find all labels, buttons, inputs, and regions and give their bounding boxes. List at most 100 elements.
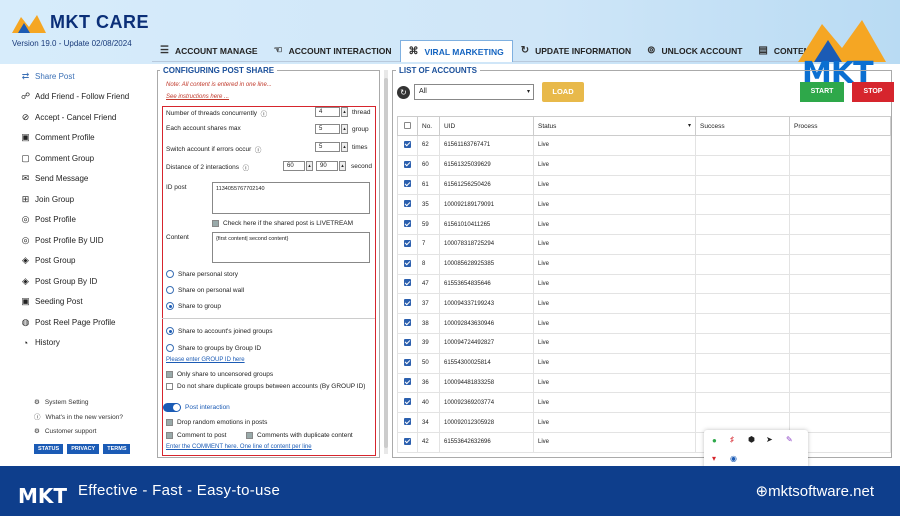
enter-comment-link[interactable]: Enter the COMMENT here. One line of cont…	[166, 444, 312, 450]
sidebar-item-add-friend[interactable]: ☍ Add Friend - Follow Friend	[0, 87, 152, 108]
table-row[interactable]: 60 61561325039629 Live	[397, 154, 891, 176]
comments-duplicate-checkbox[interactable]: Comments with duplicate content	[246, 432, 353, 439]
row-checkbox[interactable]	[397, 135, 418, 156]
col-process[interactable]: Process	[789, 116, 891, 136]
tab-account-interaction[interactable]: ☜ ACCOUNT INTERACTION	[265, 40, 400, 62]
sidebar-item-post-group[interactable]: ◈ Post Group	[0, 251, 152, 272]
sidebar-item-post-reel[interactable]: ◍ Post Reel Page Profile	[0, 312, 152, 333]
tray-app-icon[interactable]: ♯	[730, 435, 734, 444]
table-row[interactable]: 59 61561010411265 Live	[397, 214, 891, 235]
tray-app-icon[interactable]: ✎	[786, 435, 793, 444]
load-button[interactable]: LOAD	[542, 82, 584, 102]
stop-button[interactable]: STOP	[852, 82, 894, 102]
refresh-icon[interactable]: ↻	[397, 86, 410, 99]
privacy-badge[interactable]: PRIVACY	[67, 444, 100, 454]
enter-group-id-link[interactable]: Please enter GROUP ID here	[166, 357, 245, 363]
switch-spinner[interactable]: ▴	[341, 142, 348, 152]
drop-emotions-checkbox[interactable]: Drop random emotions in posts	[166, 419, 267, 426]
sidebar-item-post-group-id[interactable]: ◈ Post Group By ID	[0, 271, 152, 292]
whats-new-link[interactable]: ⓘ What's in the new version?	[34, 411, 123, 426]
table-row[interactable]: 40 100092369203774 Live	[397, 392, 891, 414]
sidebar-item-history[interactable]: ◔ History	[0, 333, 152, 354]
row-checkbox[interactable]	[397, 313, 418, 334]
distance-min-spinner[interactable]: ▴	[306, 161, 313, 171]
table-row[interactable]: 47 61553654835646 Live	[397, 273, 891, 295]
tab-unlock-account[interactable]: ⊚ UNLOCK ACCOUNT	[639, 40, 751, 62]
share-by-id-radio[interactable]: Share to groups by Group ID	[166, 344, 261, 352]
terms-badge[interactable]: TERMS	[103, 444, 131, 454]
sidebar-item-share-post[interactable]: ⇄ Share Post	[0, 66, 152, 87]
sidebar-item-seeding-post[interactable]: ▣ Seeding Post	[0, 292, 152, 313]
sidebar-item-post-profile-uid[interactable]: ◎ Post Profile By UID	[0, 230, 152, 251]
select-all-checkbox[interactable]	[397, 116, 418, 136]
livestream-checkbox[interactable]: Check here if the shared post is LIVETRE…	[212, 220, 353, 227]
row-checkbox[interactable]	[397, 372, 418, 394]
table-row[interactable]: 35 100092189179091 Live	[397, 194, 891, 216]
chevron-down-icon[interactable]: ▾	[688, 122, 691, 129]
table-row[interactable]: 38 100092843630946 Live	[397, 313, 891, 334]
sidebar-item-comment-profile[interactable]: ▣ Comment Profile	[0, 128, 152, 149]
col-uid[interactable]: UID	[439, 116, 534, 136]
row-checkbox[interactable]	[397, 174, 418, 196]
row-checkbox[interactable]	[397, 194, 418, 216]
table-row[interactable]: 7 100078318725294 Live	[397, 233, 891, 255]
threads-spinner[interactable]: ▴	[341, 107, 348, 117]
tray-app-icon[interactable]: ●	[712, 436, 717, 445]
customer-support-link[interactable]: ⚙ Customer support	[34, 425, 123, 440]
row-checkbox[interactable]	[397, 273, 418, 295]
table-row[interactable]: 42 61553642632696 Live	[397, 431, 891, 453]
table-row[interactable]: 37 100094337199243 Live	[397, 293, 891, 315]
only-uncensored-checkbox[interactable]: Only share to uncensored groups	[166, 371, 273, 378]
sidebar-item-send-message[interactable]: ✉ Send Message	[0, 169, 152, 190]
share-joined-radio[interactable]: Share to account's joined groups	[166, 327, 272, 335]
status-badge[interactable]: STATUS	[34, 444, 64, 454]
website-link[interactable]: ⊕mktsoftware.net	[756, 482, 874, 500]
row-checkbox[interactable]	[397, 233, 418, 255]
row-checkbox[interactable]	[397, 412, 418, 433]
tray-app-icon[interactable]: ▾	[712, 454, 716, 463]
col-status[interactable]: Status ▾	[533, 116, 696, 136]
share-to-group-radio[interactable]: Share to group	[166, 302, 221, 310]
start-button[interactable]: START	[800, 82, 844, 102]
system-setting-link[interactable]: ⚙ System Setting	[34, 396, 123, 411]
config-scrollbar[interactable]	[384, 70, 388, 454]
tray-app-icon[interactable]: ⬢	[748, 435, 755, 444]
row-checkbox[interactable]	[397, 352, 418, 374]
col-no[interactable]: No.	[417, 116, 440, 136]
switch-input[interactable]: 5	[315, 142, 340, 152]
filter-select[interactable]: All ▾	[414, 84, 534, 100]
table-row[interactable]: 61 61561256250426 Live	[397, 174, 891, 196]
tab-update-information[interactable]: ↻ UPDATE INFORMATION	[512, 40, 640, 62]
sidebar-item-post-profile[interactable]: ◎ Post Profile	[0, 210, 152, 231]
table-row[interactable]: 62 61561163767471 Live	[397, 135, 891, 156]
shares-spinner[interactable]: ▴	[341, 124, 348, 134]
table-row[interactable]: 50 61554300025814 Live	[397, 352, 891, 374]
table-row[interactable]: 36 100094481833258 Live	[397, 372, 891, 394]
tray-app-icon[interactable]: ➤	[766, 435, 773, 444]
distance-max-spinner[interactable]: ▴	[339, 161, 346, 171]
row-checkbox[interactable]	[397, 154, 418, 176]
row-checkbox[interactable]	[397, 332, 418, 354]
table-row[interactable]: 39 100094724492827 Live	[397, 332, 891, 354]
distance-max-input[interactable]: 90	[316, 161, 338, 171]
col-success[interactable]: Success	[695, 116, 790, 136]
threads-input[interactable]: 4	[315, 107, 340, 117]
share-personal-story-radio[interactable]: Share personal story	[166, 270, 238, 278]
shares-input[interactable]: 5	[315, 124, 340, 134]
share-personal-wall-radio[interactable]: Share on personal wall	[166, 286, 244, 294]
distance-min-input[interactable]: 60	[283, 161, 305, 171]
sidebar-item-join-group[interactable]: ⊞ Join Group	[0, 189, 152, 210]
content-textarea[interactable]: {first content| second content}	[212, 232, 370, 263]
tray-app-icon[interactable]: ◉	[730, 454, 737, 463]
sidebar-item-comment-group[interactable]: ▢ Comment Group	[0, 148, 152, 169]
no-duplicate-checkbox[interactable]: Do not share duplicate groups between ac…	[166, 383, 365, 390]
row-checkbox[interactable]	[397, 431, 418, 453]
instructions-link[interactable]: See instructions here ...	[166, 94, 229, 100]
row-checkbox[interactable]	[397, 293, 418, 315]
row-checkbox[interactable]	[397, 392, 418, 414]
id-post-textarea[interactable]: 1134055767702140	[212, 182, 370, 214]
tab-viral-marketing[interactable]: ⌘ VIRAL MARKETING	[399, 40, 513, 62]
post-interaction-toggle[interactable]: Post interaction	[163, 403, 230, 412]
table-row[interactable]: 8 100085628925385 Live	[397, 253, 891, 275]
tab-account-manage[interactable]: ☰ ACCOUNT MANAGE	[152, 40, 266, 62]
